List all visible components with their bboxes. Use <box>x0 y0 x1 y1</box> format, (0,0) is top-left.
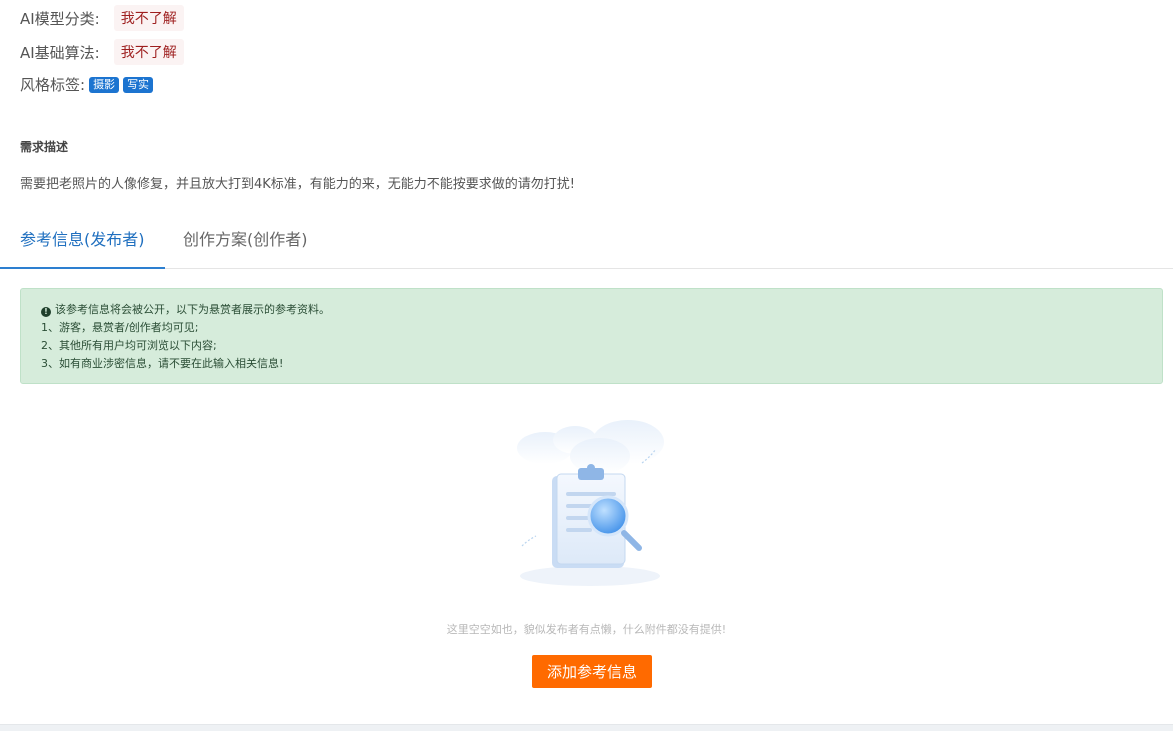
notice-box: ! 该参考信息将会被公开，以下为悬赏者展示的参考资料。 1、游客，悬赏者/创作者均… <box>20 288 1163 384</box>
notice-text: 该参考信息将会被公开，以下为悬赏者展示的参考资料。 <box>55 303 330 316</box>
algorithm-value: 我不了解 <box>113 39 184 65</box>
requirement-title: 需求描述 <box>20 140 69 154</box>
notice-line: 2、其他所有用户均可浏览以下内容; <box>41 339 217 352</box>
empty-clipboard-search-icon <box>517 420 664 586</box>
algorithm-row: AI基础算法: 我不了解 <box>20 39 184 65</box>
model-class-value: 我不了解 <box>113 5 184 31</box>
style-tag: 摄影 <box>89 76 120 93</box>
add-reference-button[interactable]: 添加参考信息 <box>532 655 652 688</box>
tab-creation-plan[interactable]: 创作方案(创作者) <box>183 222 308 268</box>
tab-bar: 参考信息(发布者) 创作方案(创作者) <box>0 222 1173 269</box>
model-class-row: AI模型分类: 我不了解 <box>20 5 184 31</box>
style-tags-row: 风格标签: 摄影 写实 <box>20 74 154 95</box>
algorithm-label: AI基础算法: <box>20 43 100 62</box>
requirement-description: 需要把老照片的人像修复，并且放大打到4K标准，有能力的来，无能力不能按要求做的请… <box>20 177 576 192</box>
notice-line: 3、如有商业涉密信息，请不要在此输入相关信息! <box>41 357 284 370</box>
empty-state-text: 这里空空如也，貌似发布者有点懒，什么附件都没有提供! <box>446 623 727 636</box>
info-icon: ! <box>41 307 51 317</box>
model-class-label: AI模型分类: <box>20 9 100 28</box>
tab-reference-info[interactable]: 参考信息(发布者) <box>0 222 164 269</box>
notice-line: 1、游客，悬赏者/创作者均可见; <box>41 321 199 334</box>
style-tags-label: 风格标签: <box>20 76 86 94</box>
notice-line: ! 该参考信息将会被公开，以下为悬赏者展示的参考资料。 <box>41 301 1142 319</box>
style-tag: 写实 <box>123 76 154 93</box>
